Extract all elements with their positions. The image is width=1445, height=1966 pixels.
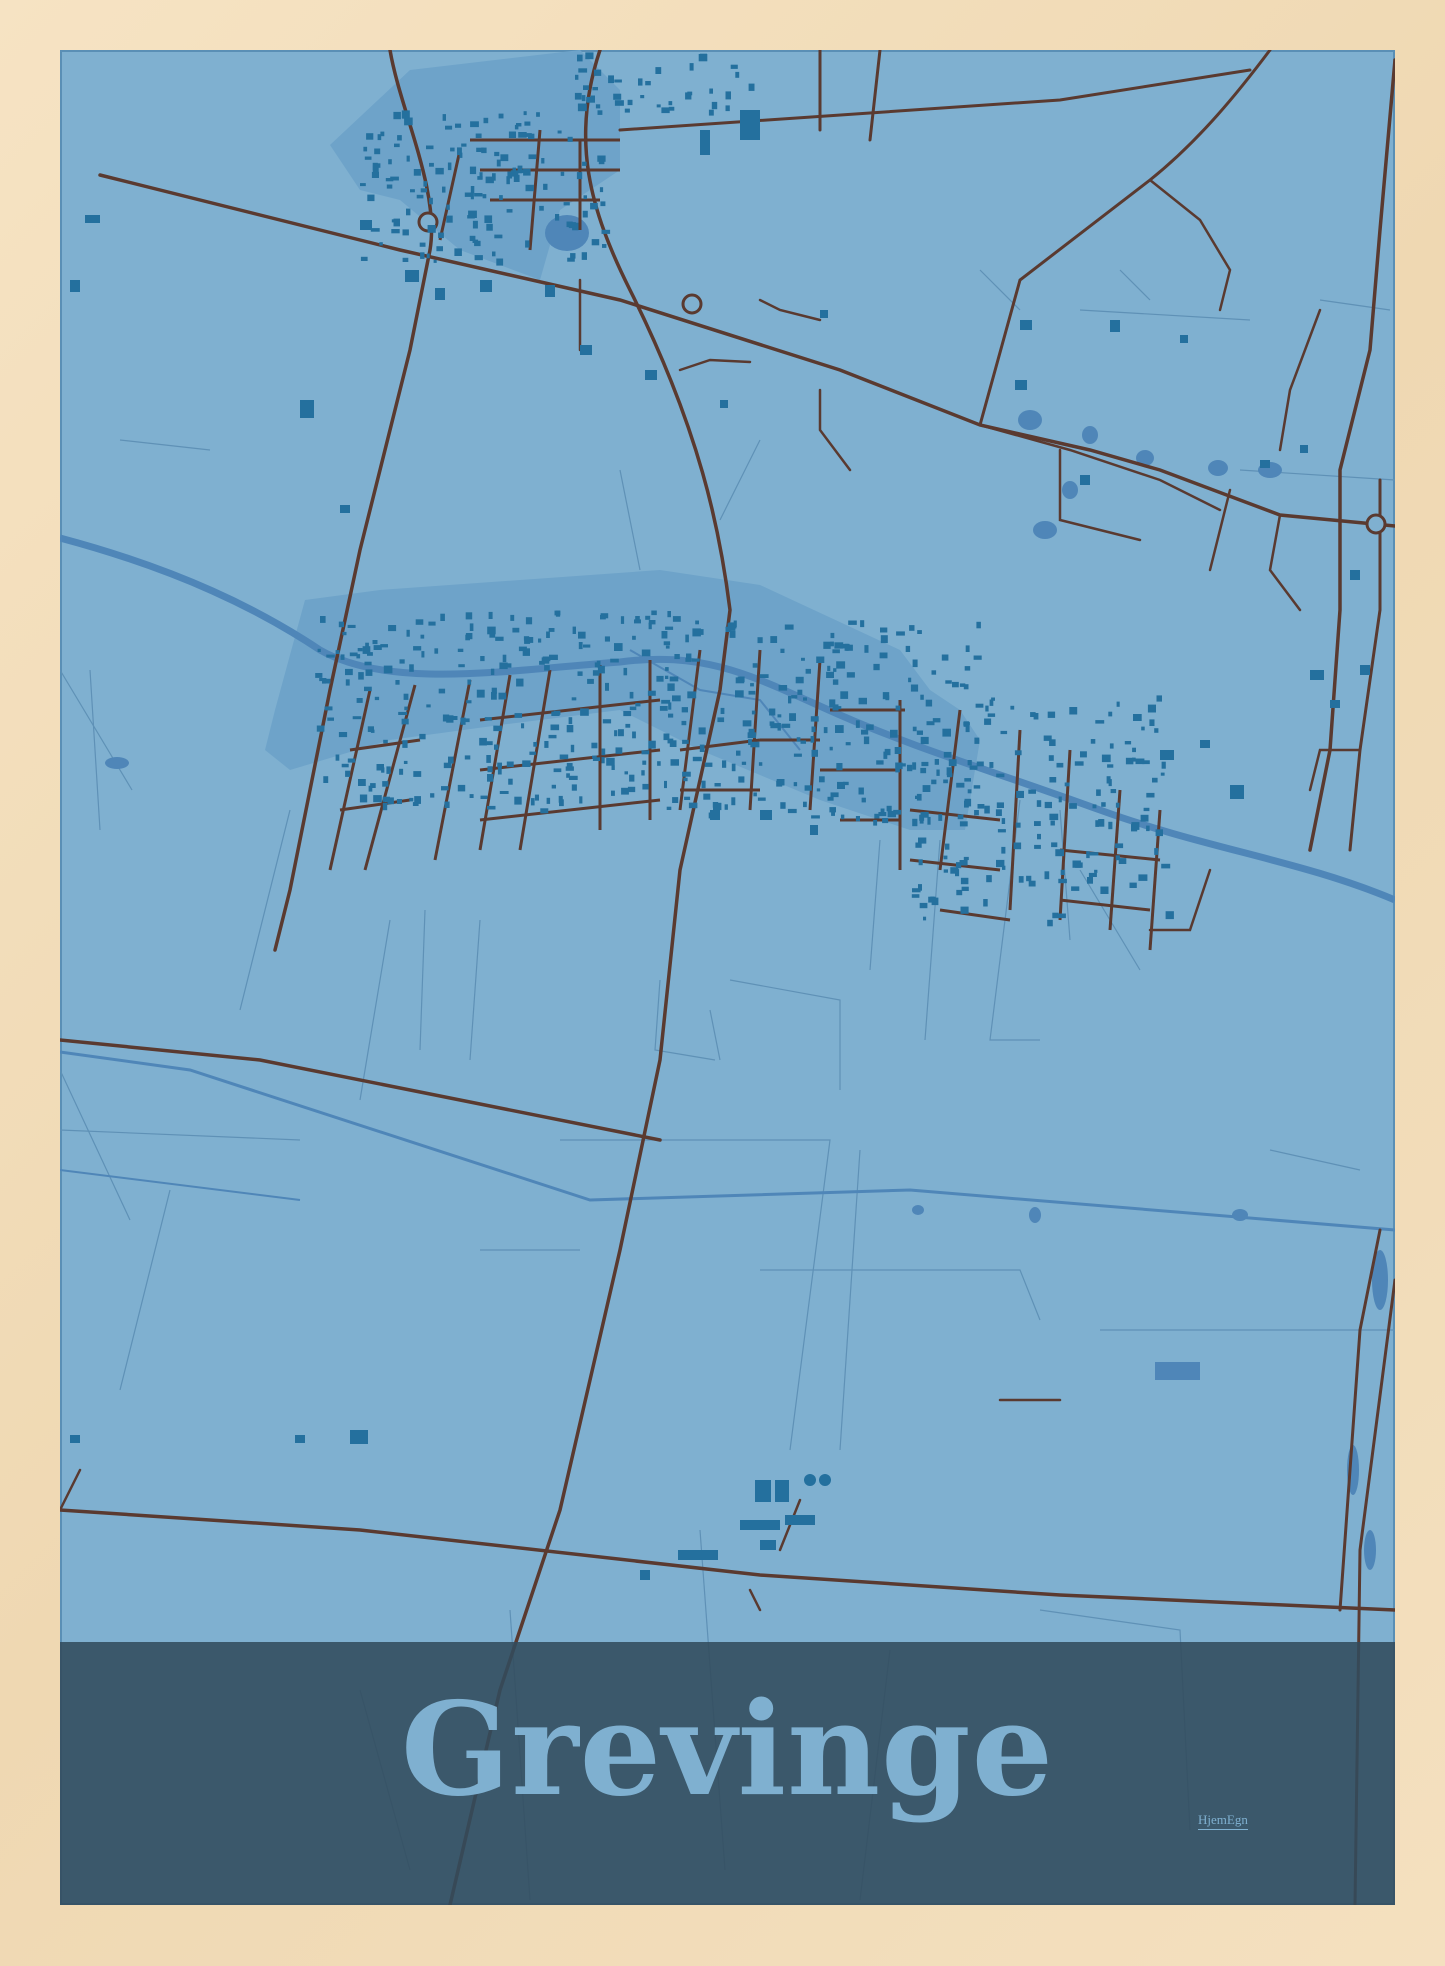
buildings — [70, 52, 1370, 1580]
roundabouts — [417, 211, 1387, 535]
map-drawing — [60, 50, 1395, 1905]
place-title: Grevinge — [400, 1675, 1055, 1825]
brand-mark: HjemEgn — [1198, 1812, 1248, 1830]
map-poster: Grevinge HjemEgn — [60, 50, 1395, 1905]
ponds — [105, 215, 1388, 1570]
roads — [60, 50, 1395, 1905]
